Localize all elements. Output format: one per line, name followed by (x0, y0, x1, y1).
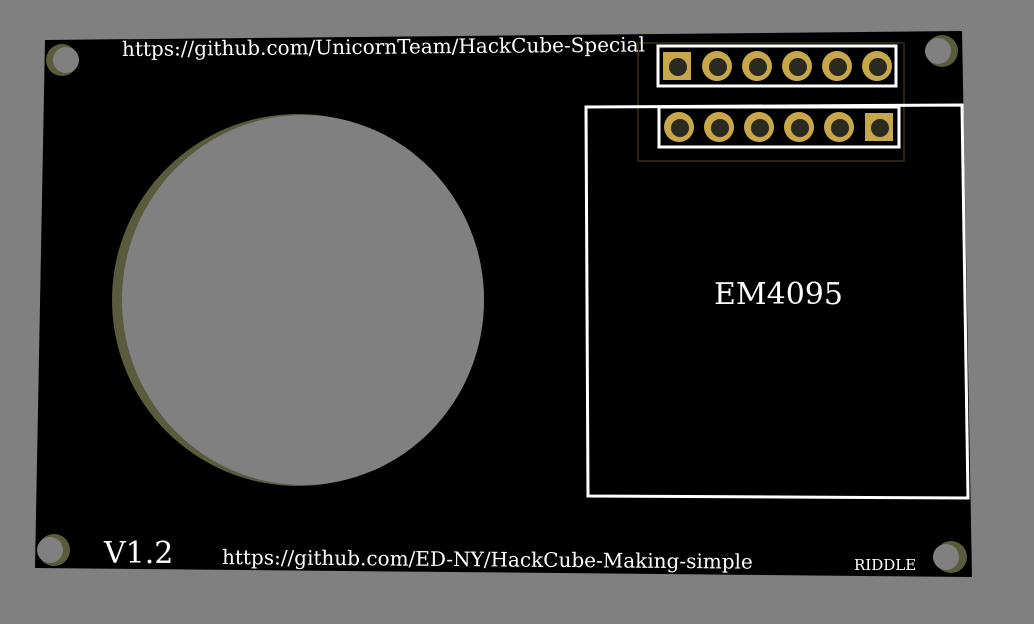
header-top-pin-5 (822, 51, 852, 81)
header-bottom-pin-4 (784, 112, 814, 142)
header-bottom-outline (657, 105, 901, 149)
header-top-pin-2 (702, 51, 732, 81)
header-top-pin-3 (742, 51, 772, 81)
silkscreen-url-bottom: https://github.com/ED-NY/HackCube-Making… (221, 545, 753, 574)
header-bottom-pin-5 (824, 112, 854, 142)
module-label: EM4095 (714, 277, 843, 312)
header-top-pin-4 (782, 51, 812, 81)
header-top-pin-6 (862, 51, 892, 81)
silkscreen-version: V1.2 (104, 536, 174, 571)
pcb-board-view: https://github.com/UnicornTeam/HackCube-… (0, 0, 1034, 620)
circular-cutout (112, 114, 484, 486)
header-bottom-pin-1 (664, 112, 694, 142)
header-top-outline (656, 44, 898, 88)
header-bottom-pin-3 (744, 112, 774, 142)
header-bottom-pin-2 (704, 112, 734, 142)
header-bottom-pin-6 (865, 113, 893, 141)
header-top-pin-1 (663, 52, 691, 80)
silkscreen-url-top: https://github.com/UnicornTeam/HackCube-… (121, 32, 646, 61)
silkscreen-designer: RIDDLE (854, 556, 917, 574)
pcb-graphic (35, 31, 972, 577)
